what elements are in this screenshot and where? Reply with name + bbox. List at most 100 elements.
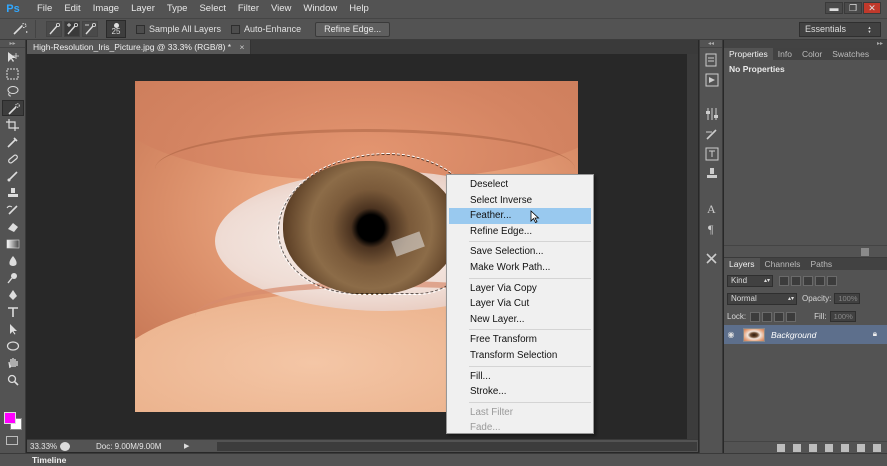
menu-item-save-selection[interactable]: Save Selection... bbox=[447, 244, 593, 260]
layer-style-icon[interactable] bbox=[793, 444, 801, 452]
stamp-preset-icon[interactable] bbox=[703, 166, 721, 182]
menu-view[interactable]: View bbox=[265, 0, 297, 18]
tab-layers[interactable]: Layers bbox=[724, 258, 760, 270]
add-to-selection-icon[interactable] bbox=[64, 21, 80, 37]
lock-pixels-icon[interactable] bbox=[762, 311, 773, 322]
menu-edit[interactable]: Edit bbox=[58, 0, 86, 18]
tool-preset-picker[interactable] bbox=[8, 20, 36, 38]
filter-smart-object-icon[interactable] bbox=[827, 275, 837, 286]
menu-item-refine-edge[interactable]: Refine Edge... bbox=[447, 224, 593, 240]
zoom-level[interactable]: 33.33% bbox=[27, 442, 60, 451]
close-tab-icon[interactable]: × bbox=[239, 42, 244, 52]
trash-icon[interactable] bbox=[861, 248, 869, 256]
menu-item-layer-via-cut[interactable]: Layer Via Cut bbox=[447, 296, 593, 312]
menu-type[interactable]: Type bbox=[161, 0, 194, 18]
adjustment-layer-icon[interactable] bbox=[825, 444, 833, 452]
brush-tool[interactable] bbox=[2, 168, 24, 184]
fill-field[interactable]: 100% bbox=[829, 311, 856, 322]
crop-tool[interactable] bbox=[2, 117, 24, 133]
menu-item-fill[interactable]: Fill... bbox=[447, 369, 593, 385]
menu-item-free-transform[interactable]: Free Transform bbox=[447, 332, 593, 348]
blend-mode-select[interactable]: Normal bbox=[727, 292, 797, 305]
maximize-button[interactable]: ❐ bbox=[844, 2, 862, 14]
lock-all-icon[interactable] bbox=[786, 311, 797, 322]
new-layer-icon[interactable] bbox=[857, 444, 865, 452]
eyedropper-tool[interactable] bbox=[2, 134, 24, 150]
blur-tool[interactable] bbox=[2, 253, 24, 269]
menu-filter[interactable]: Filter bbox=[232, 0, 265, 18]
layer-mask-icon[interactable] bbox=[809, 444, 817, 452]
shape-tool[interactable] bbox=[2, 338, 24, 354]
filter-adjustment-icon[interactable] bbox=[791, 275, 801, 286]
tab-channels[interactable]: Channels bbox=[760, 258, 806, 270]
strip-collapse-grip[interactable]: ◂◂ bbox=[700, 40, 722, 48]
toolbar-collapse-grip[interactable]: ▸▸ bbox=[0, 40, 25, 48]
menu-item-select-inverse[interactable]: Select Inverse bbox=[447, 193, 593, 209]
zoom-tool[interactable] bbox=[2, 372, 24, 388]
tab-paths[interactable]: Paths bbox=[805, 258, 837, 270]
quick-mask-icon[interactable] bbox=[6, 436, 18, 445]
filter-pixel-icon[interactable] bbox=[779, 275, 789, 286]
clone-source-icon[interactable] bbox=[703, 146, 721, 162]
minimize-button[interactable]: ▬ bbox=[825, 2, 843, 14]
filter-type-icon[interactable] bbox=[803, 275, 813, 286]
hand-tool[interactable] bbox=[2, 355, 24, 371]
history-brush-tool[interactable] bbox=[2, 202, 24, 218]
subtract-from-selection-icon[interactable] bbox=[82, 21, 98, 37]
new-selection-icon[interactable] bbox=[46, 21, 62, 37]
clone-stamp-tool[interactable] bbox=[2, 185, 24, 201]
lock-transparent-icon[interactable] bbox=[750, 311, 761, 322]
sample-all-layers-checkbox[interactable]: Sample All Layers bbox=[136, 24, 221, 34]
pen-tool[interactable] bbox=[2, 287, 24, 303]
history-icon[interactable] bbox=[703, 52, 721, 68]
menu-item-new-layer[interactable]: New Layer... bbox=[447, 312, 593, 328]
tab-info[interactable]: Info bbox=[773, 48, 797, 60]
dodge-tool[interactable] bbox=[2, 270, 24, 286]
foreground-color-swatch[interactable] bbox=[4, 412, 16, 424]
tab-color[interactable]: Color bbox=[797, 48, 827, 60]
status-info-icon[interactable] bbox=[60, 441, 70, 451]
close-button[interactable]: ✕ bbox=[863, 2, 881, 14]
menu-item-layer-via-copy[interactable]: Layer Via Copy bbox=[447, 281, 593, 297]
brush-size-picker[interactable]: 25 bbox=[106, 20, 126, 38]
menu-window[interactable]: Window bbox=[297, 0, 343, 18]
menu-layer[interactable]: Layer bbox=[125, 0, 161, 18]
menu-file[interactable]: File bbox=[31, 0, 58, 18]
type-tool[interactable] bbox=[2, 304, 24, 320]
delete-layer-icon[interactable] bbox=[873, 444, 881, 452]
menu-item-deselect[interactable]: Deselect bbox=[447, 177, 593, 193]
canvas-area[interactable] bbox=[27, 54, 698, 439]
marquee-tool[interactable] bbox=[2, 66, 24, 82]
group-folder-icon[interactable] bbox=[841, 444, 849, 452]
character-icon[interactable]: A bbox=[703, 200, 721, 216]
filter-kind-select[interactable]: Kind bbox=[727, 274, 773, 287]
lasso-tool[interactable] bbox=[2, 83, 24, 99]
menu-help[interactable]: Help bbox=[343, 0, 375, 18]
menu-item-feather[interactable]: Feather... bbox=[449, 208, 591, 224]
path-selection-tool[interactable] bbox=[2, 321, 24, 337]
quick-selection-tool[interactable] bbox=[2, 100, 24, 116]
opacity-field[interactable]: 100% bbox=[834, 293, 861, 304]
brush-presets-icon[interactable] bbox=[703, 126, 721, 142]
menu-item-make-work-path[interactable]: Make Work Path... bbox=[447, 260, 593, 276]
filter-shape-icon[interactable] bbox=[815, 275, 825, 286]
actions-icon[interactable] bbox=[703, 72, 721, 88]
document-tab[interactable]: High-Resolution_Iris_Picture.jpg @ 33.3%… bbox=[27, 40, 252, 54]
eraser-tool[interactable] bbox=[2, 219, 24, 235]
panel-collapse-grip[interactable]: ▸▸ bbox=[724, 40, 887, 48]
tab-swatches[interactable]: Swatches bbox=[827, 48, 874, 60]
lock-position-icon[interactable] bbox=[774, 311, 785, 322]
workspace-select[interactable]: Essentials bbox=[799, 22, 881, 37]
timeline-tab[interactable]: Timeline bbox=[27, 454, 72, 466]
gradient-tool[interactable] bbox=[2, 236, 24, 252]
move-tool[interactable] bbox=[2, 49, 24, 65]
auto-enhance-checkbox[interactable]: Auto-Enhance bbox=[231, 24, 301, 34]
menu-item-stroke[interactable]: Stroke... bbox=[447, 384, 593, 400]
layer-background[interactable]: ◉ Background 🔒︎ bbox=[724, 325, 887, 344]
status-menu-arrow-icon[interactable]: ▶ bbox=[184, 442, 189, 450]
paragraph-icon[interactable]: ¶ bbox=[703, 220, 721, 236]
adjustments-icon[interactable] bbox=[703, 106, 721, 122]
menu-image[interactable]: Image bbox=[87, 0, 125, 18]
menu-item-transform-selection[interactable]: Transform Selection bbox=[447, 348, 593, 364]
spot-healing-tool[interactable] bbox=[2, 151, 24, 167]
